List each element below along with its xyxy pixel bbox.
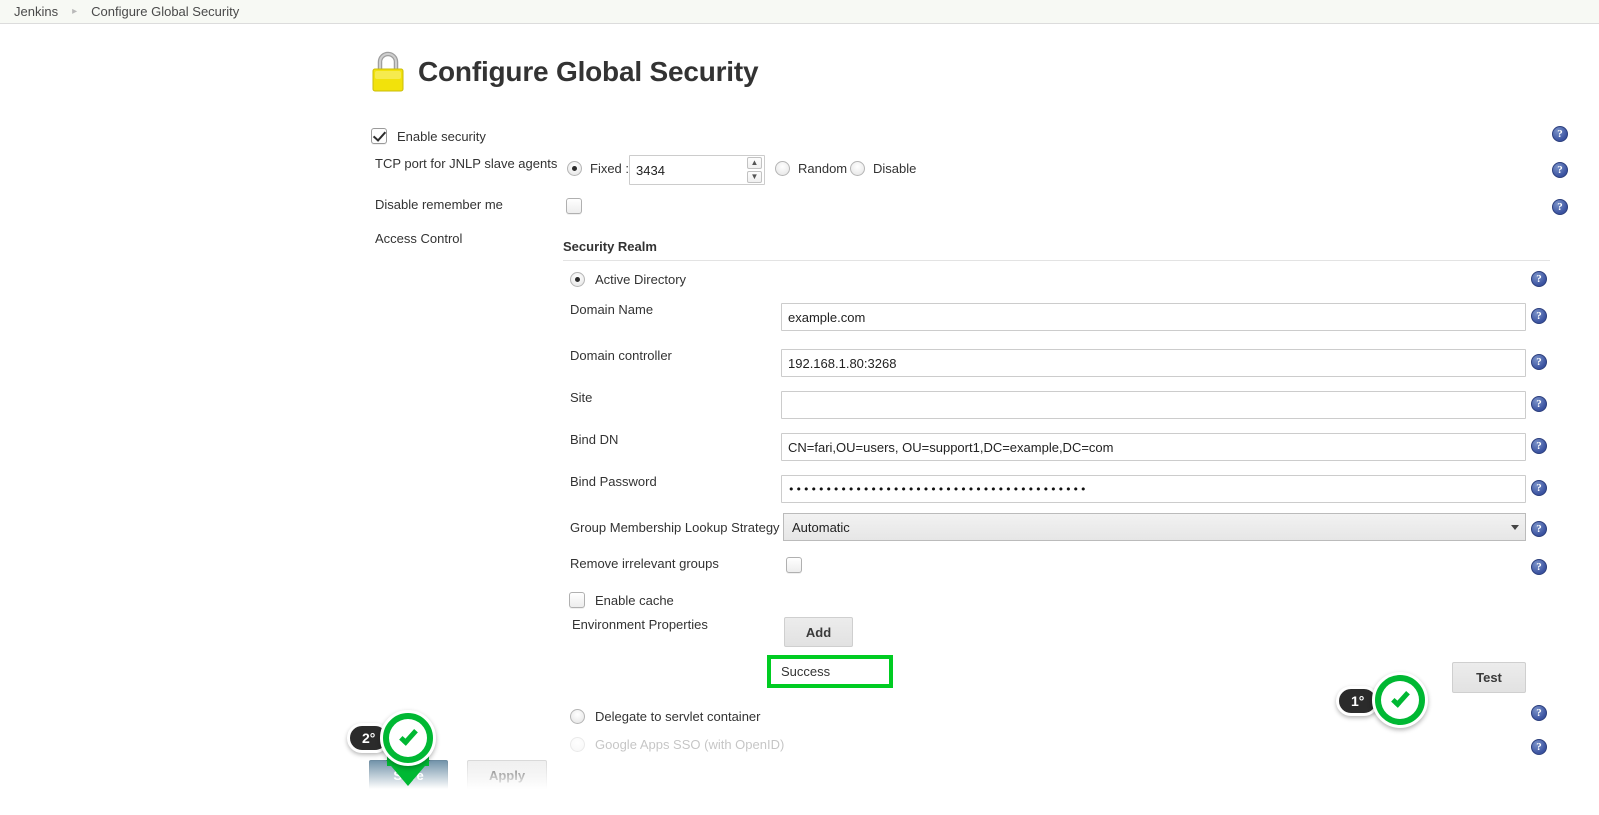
lookup-strategy-label-wrap: Group Membership Lookup Strategy (570, 520, 780, 535)
help-icon-tcp-port[interactable]: ? (1552, 162, 1568, 178)
google-sso-radio[interactable] (570, 737, 585, 752)
tcp-port-disable-label: Disable (873, 161, 917, 176)
bind-password-label-wrap: Bind Password (570, 474, 657, 489)
test-button[interactable]: Test (1452, 662, 1526, 693)
delegate-servlet-label: Delegate to servlet container (595, 709, 761, 724)
page-header: Configure Global Security (368, 50, 759, 94)
checkmark-icon (398, 726, 418, 746)
enable-security-label: Enable security (397, 128, 486, 144)
enable-security-row[interactable]: Enable security (371, 128, 486, 144)
tcp-port-stepper[interactable]: ▲ ▼ (747, 157, 762, 183)
help-icon-remove-irrelevant-groups[interactable]: ? (1531, 559, 1547, 575)
enable-cache-checkbox[interactable] (569, 592, 585, 608)
disable-remember-me-checkbox[interactable] (566, 198, 582, 214)
enable-cache-label: Enable cache (595, 592, 674, 608)
annotation-check-icon-1 (1372, 672, 1428, 728)
help-icon-active-directory[interactable]: ? (1531, 271, 1547, 287)
tcp-port-random-option[interactable]: Random (775, 161, 847, 176)
annotation-check-icon-2 (380, 710, 436, 766)
site-input[interactable] (781, 391, 1526, 419)
remove-irrelevant-groups-label-wrap: Remove irrelevant groups (570, 556, 719, 571)
access-control-label: Access Control (375, 231, 463, 246)
google-sso-option[interactable]: Google Apps SSO (with OpenID) (570, 737, 784, 752)
breadcrumb-item-jenkins[interactable]: Jenkins (14, 4, 58, 19)
bottom-fade-overlay (0, 753, 1599, 815)
help-icon-google-sso[interactable]: ? (1531, 739, 1547, 755)
annotation-check-inner-1 (1381, 681, 1419, 719)
active-directory-label: Active Directory (595, 272, 687, 287)
disable-remember-me-label-wrap: Disable remember me (375, 197, 503, 212)
annotation-check-inner-2 (389, 719, 427, 757)
enable-security-checkbox[interactable] (371, 128, 387, 144)
chevron-down-icon (1511, 525, 1519, 530)
add-button[interactable]: Add (784, 617, 853, 647)
stepper-down-icon[interactable]: ▼ (747, 171, 762, 183)
bind-dn-label: Bind DN (570, 432, 619, 447)
test-result-status: Success (767, 655, 893, 688)
domain-controller-label: Domain controller (570, 348, 672, 363)
domain-controller-input[interactable] (781, 349, 1526, 377)
delegate-servlet-radio[interactable] (570, 709, 585, 724)
remove-irrelevant-groups-checkbox[interactable] (786, 557, 802, 573)
bind-dn-input[interactable] (781, 433, 1526, 461)
environment-properties-label-wrap: Environment Properties (572, 617, 708, 632)
site-label: Site (570, 390, 593, 405)
stepper-up-icon[interactable]: ▲ (747, 157, 762, 169)
tcp-port-row: TCP port for JNLP slave agents (375, 156, 557, 171)
bind-dn-label-wrap: Bind DN (570, 432, 618, 447)
help-icon-domain-name[interactable]: ? (1531, 308, 1547, 324)
domain-name-input[interactable] (781, 303, 1526, 331)
padlock-icon (368, 50, 408, 94)
environment-properties-label: Environment Properties (572, 617, 708, 632)
access-control-label-wrap: Access Control (375, 231, 462, 246)
security-realm-title: Security Realm (563, 239, 657, 254)
tcp-port-label: TCP port for JNLP slave agents (375, 156, 558, 171)
breadcrumb-separator-icon: ▸ (72, 6, 78, 17)
remove-irrelevant-groups-label: Remove irrelevant groups (570, 556, 719, 571)
disable-remember-me-label: Disable remember me (375, 197, 503, 212)
google-sso-label: Google Apps SSO (with OpenID) (595, 737, 785, 752)
domain-name-label-wrap: Domain Name (570, 302, 653, 317)
help-icon-site[interactable]: ? (1531, 396, 1547, 412)
tcp-port-field-wrap[interactable]: ▲ ▼ (629, 155, 765, 185)
lookup-strategy-value: Automatic (792, 519, 850, 535)
tcp-port-disable-option[interactable]: Disable (850, 161, 916, 176)
security-realm-divider (563, 260, 1550, 261)
checkmark-icon (1390, 688, 1410, 708)
help-icon-bind-password[interactable]: ? (1531, 480, 1547, 496)
help-icon-delegate-servlet[interactable]: ? (1531, 705, 1547, 721)
tcp-port-fixed-radio[interactable] (567, 161, 582, 176)
domain-controller-label-wrap: Domain controller (570, 348, 672, 363)
delegate-servlet-option[interactable]: Delegate to servlet container (570, 709, 760, 724)
tcp-port-fixed-label: Fixed : (590, 161, 630, 176)
help-icon-domain-controller[interactable]: ? (1531, 354, 1547, 370)
help-icon-lookup-strategy[interactable]: ? (1531, 521, 1547, 537)
bind-password-label: Bind Password (570, 474, 657, 489)
active-directory-radio[interactable] (570, 272, 585, 287)
tcp-port-disable-radio[interactable] (850, 161, 865, 176)
test-result-label: Success (781, 664, 831, 679)
site-label-wrap: Site (570, 390, 592, 405)
enable-cache-row[interactable]: Enable cache (569, 592, 674, 608)
page-title: Configure Global Security (418, 56, 759, 87)
tcp-port-random-label: Random (798, 161, 848, 176)
tcp-port-fixed-option[interactable]: Fixed : (567, 161, 629, 176)
breadcrumb-item-current[interactable]: Configure Global Security (91, 4, 239, 19)
tcp-port-random-radio[interactable] (775, 161, 790, 176)
help-icon-enable-security[interactable]: ? (1552, 126, 1568, 142)
breadcrumb: Jenkins ▸ Configure Global Security (0, 0, 1599, 24)
bind-password-input[interactable]: •••••••••••••••••••••••••••••••••••••••• (781, 475, 1526, 503)
domain-name-label: Domain Name (570, 302, 654, 317)
help-icon-disable-remember-me[interactable]: ? (1552, 199, 1568, 215)
help-icon-bind-dn[interactable]: ? (1531, 438, 1547, 454)
tcp-port-input[interactable] (629, 155, 765, 185)
active-directory-option[interactable]: Active Directory (570, 272, 686, 287)
lookup-strategy-select[interactable]: Automatic (783, 513, 1526, 541)
lookup-strategy-label: Group Membership Lookup Strategy (570, 520, 780, 535)
apply-button[interactable]: Apply (467, 760, 547, 790)
